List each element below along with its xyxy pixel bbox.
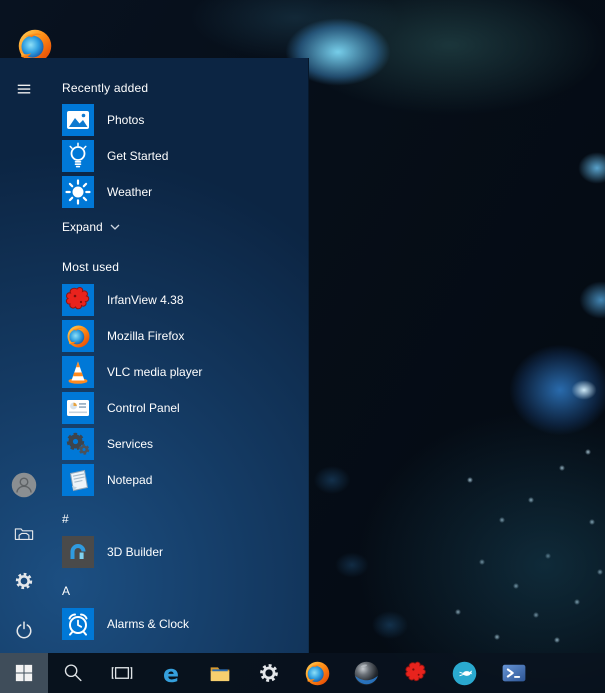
app-label: IrfanView 4.38 [107, 293, 184, 307]
taskbar-globe-app-button[interactable] [342, 653, 391, 693]
taskbar-firefox-button[interactable] [293, 653, 342, 693]
settings-gear-icon [256, 660, 282, 686]
start-menu-rail [0, 58, 48, 653]
start-menu: Recently added Photos Get Started Weathe… [0, 58, 309, 653]
vlc-cone-icon [62, 356, 94, 388]
app-label: Photos [107, 113, 145, 127]
app-label: Notepad [107, 473, 153, 487]
taskbar-settings-button[interactable] [244, 653, 293, 693]
settings-gear-icon [12, 569, 36, 593]
app-item-weather[interactable]: Weather [62, 176, 152, 208]
taskbar [0, 653, 605, 693]
gears-icon [62, 428, 94, 460]
app-item-services[interactable]: Services [62, 428, 153, 460]
file-explorer-rail-button[interactable] [12, 521, 36, 545]
app-label: Get Started [107, 149, 169, 163]
app-label: Mozilla Firefox [107, 329, 185, 343]
3d-builder-icon [62, 536, 94, 568]
power-icon [12, 618, 36, 642]
app-label: Control Panel [107, 401, 180, 415]
photos-icon [62, 104, 94, 136]
app-item-notepad[interactable]: Notepad [62, 464, 152, 496]
irfanview-icon [62, 284, 94, 316]
app-label: Weather [107, 185, 153, 199]
app-label: 3D Builder [107, 545, 164, 559]
alpha-section-hash[interactable]: # [62, 512, 69, 526]
app-item-vlc[interactable]: VLC media player [62, 356, 202, 388]
search-icon [61, 661, 85, 685]
app-item-control-panel[interactable]: Control Panel [62, 392, 180, 424]
firefox-icon [303, 659, 332, 688]
recently-added-header: Recently added [62, 81, 149, 95]
alarm-clock-icon [62, 608, 94, 640]
file-explorer-icon [12, 521, 36, 545]
control-panel-icon [62, 392, 94, 424]
taskbar-cyan-app-button[interactable] [440, 653, 489, 693]
irfanview-icon [402, 659, 430, 687]
app-label: VLC media player [107, 365, 203, 379]
hamburger-icon [14, 79, 34, 99]
user-account-button[interactable] [10, 471, 38, 499]
taskbar-search-button[interactable] [48, 653, 97, 693]
taskbar-file-explorer-button[interactable] [195, 653, 244, 693]
expand-link[interactable]: Expand [62, 220, 120, 234]
taskbar-powershell-button[interactable] [489, 653, 538, 693]
expand-label: Expand [62, 220, 103, 234]
power-button[interactable] [12, 618, 36, 642]
alpha-section-a[interactable]: A [62, 584, 70, 598]
taskbar-edge-button[interactable] [146, 653, 195, 693]
app-label: Alarms & Clock [107, 617, 190, 631]
start-windows-icon [14, 663, 34, 683]
app-item-alarms-clock[interactable]: Alarms & Clock [62, 608, 189, 640]
sun-icon [62, 176, 94, 208]
lightbulb-icon [62, 140, 94, 172]
task-view-icon [110, 661, 134, 685]
app-item-photos[interactable]: Photos [62, 104, 144, 136]
most-used-header: Most used [62, 260, 120, 274]
chevron-down-icon [110, 224, 120, 230]
taskbar-irfanview-button[interactable] [391, 653, 440, 693]
app-item-irfanview[interactable]: IrfanView 4.38 [62, 284, 184, 316]
edge-icon [157, 659, 185, 687]
notepad-icon [62, 464, 94, 496]
app-item-get-started[interactable]: Get Started [62, 140, 168, 172]
app-item-3d-builder[interactable]: 3D Builder [62, 536, 163, 568]
hamburger-menu-button[interactable] [14, 79, 34, 99]
user-avatar [10, 471, 38, 499]
powershell-icon [500, 659, 528, 687]
file-explorer-icon [207, 660, 233, 686]
app-item-firefox[interactable]: Mozilla Firefox [62, 320, 184, 352]
cyan-circle-app-icon [450, 659, 479, 688]
settings-rail-button[interactable] [12, 569, 36, 593]
globe-app-icon [352, 659, 381, 688]
start-button[interactable] [0, 653, 48, 693]
task-view-button[interactable] [97, 653, 146, 693]
firefox-icon [62, 320, 94, 352]
app-label: Services [107, 437, 154, 451]
